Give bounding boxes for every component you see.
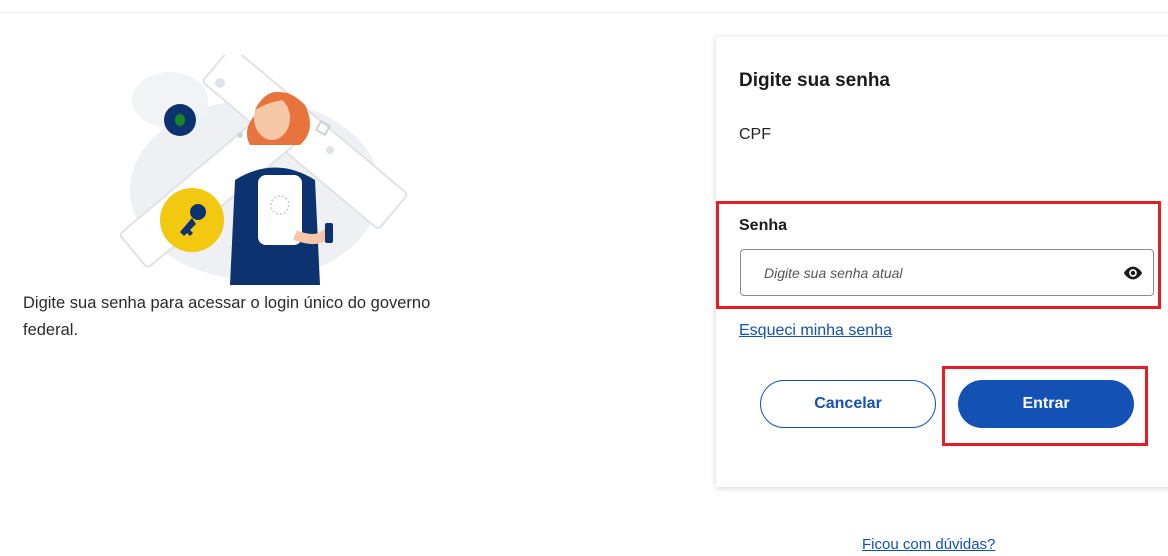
key-badge-icon [160, 188, 224, 252]
forgot-password-link[interactable]: Esqueci minha senha [739, 322, 892, 340]
lock-badge-icon [164, 104, 196, 136]
top-divider [0, 12, 1168, 13]
password-field-wrapper [740, 249, 1154, 296]
eye-icon[interactable] [1122, 263, 1144, 283]
login-card: Digite sua senha CPF Senha Esqueci minha… [716, 37, 1168, 487]
card-title: Digite sua senha [739, 70, 890, 91]
login-illustration [119, 55, 408, 285]
help-link[interactable]: Ficou com dúvidas? [862, 536, 995, 553]
password-label: Senha [739, 217, 788, 234]
cancel-button[interactable]: Cancelar [760, 380, 936, 428]
enter-button[interactable]: Entrar [958, 380, 1134, 428]
intro-text: Digite sua senha para acessar o login ún… [23, 294, 431, 339]
password-input[interactable] [741, 250, 1111, 295]
cpf-label: CPF [739, 126, 771, 143]
